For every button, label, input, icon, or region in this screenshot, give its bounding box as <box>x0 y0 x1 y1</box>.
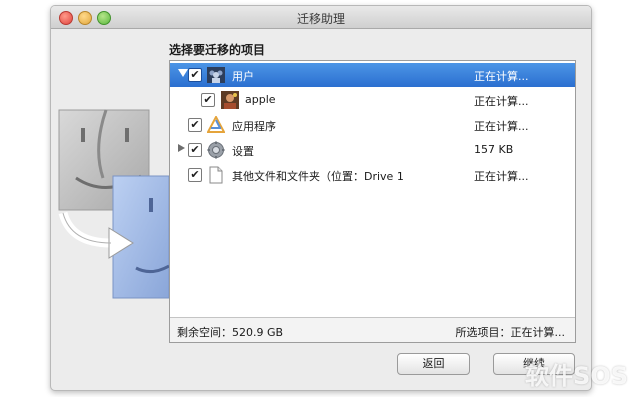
users-checkbox[interactable]: ✔ <box>188 68 202 82</box>
list-item-applications[interactable]: ✔ 应用程序 正在计算... <box>170 113 575 137</box>
watermark-text: 软件SOS <box>525 362 628 390</box>
row-label: 设置 <box>232 145 254 158</box>
user-avatar-icon <box>221 91 239 109</box>
title-bar: 迁移助理 <box>51 6 591 29</box>
row-status: 正在计算... <box>474 95 529 108</box>
section-title: 选择要迁移的项目 <box>169 43 266 57</box>
status-bar: 剩余空间：520.9 GB 所选项目：正在计算... <box>170 317 575 342</box>
row-label: 用户 <box>232 70 254 83</box>
row-label: apple <box>245 93 276 106</box>
users-icon <box>207 67 225 83</box>
row-status: 正在计算... <box>474 170 529 183</box>
migration-items-list[interactable]: ✔ 用户 正在计算... ✔ apple 正在计算... ✔ 应用程序 正在计算… <box>169 60 576 343</box>
migration-illustration-icon <box>58 109 169 299</box>
row-status: 157 KB <box>474 143 514 156</box>
gear-icon <box>207 141 225 159</box>
row-status: 正在计算... <box>474 70 529 83</box>
row-label: 应用程序 <box>232 120 276 133</box>
window-title: 迁移助理 <box>296 12 345 26</box>
free-space-label: 剩余空间：520.9 GB <box>177 326 284 339</box>
row-label: 其他文件和文件夹（位置：Drive 1 <box>232 170 404 183</box>
list-item-users[interactable]: ✔ 用户 正在计算... <box>170 63 575 87</box>
back-button[interactable]: 返回 <box>397 353 470 375</box>
other-files-checkbox[interactable]: ✔ <box>188 168 202 182</box>
settings-checkbox[interactable]: ✔ <box>188 143 202 157</box>
document-icon <box>209 166 223 184</box>
row-status: 正在计算... <box>474 120 529 133</box>
disclosure-collapsed-icon[interactable] <box>178 144 185 152</box>
list-item-apple-user[interactable]: ✔ apple 正在计算... <box>170 88 575 112</box>
applications-checkbox[interactable]: ✔ <box>188 118 202 132</box>
disclosure-expanded-icon[interactable] <box>178 69 188 77</box>
selected-items-label: 所选项目：正在计算... <box>455 326 566 339</box>
migration-assistant-window: 迁移助理 选择要迁移的项目 ✔ 用户 正在计算... ✔ apple 正在计算.… <box>50 5 592 391</box>
list-item-settings[interactable]: ✔ 设置 157 KB <box>170 138 575 162</box>
list-item-other-files[interactable]: ✔ 其他文件和文件夹（位置：Drive 1 正在计算... <box>170 163 575 187</box>
apple-user-checkbox[interactable]: ✔ <box>201 93 215 107</box>
applications-icon <box>207 116 225 133</box>
